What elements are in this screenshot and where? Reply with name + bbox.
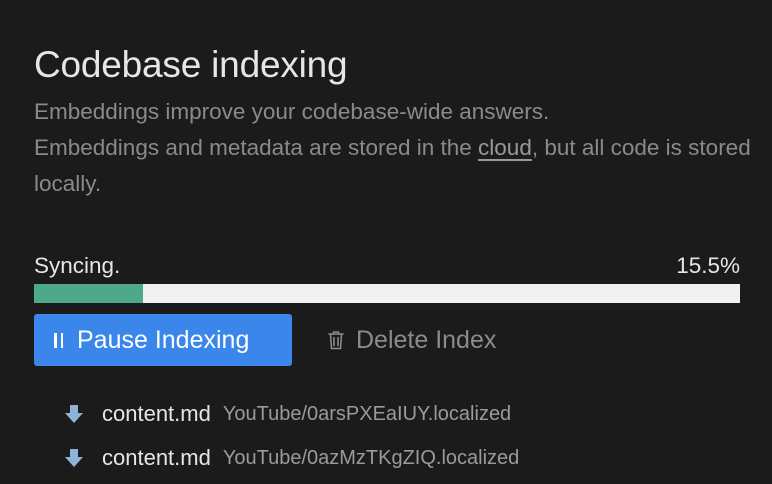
delete-index-button[interactable]: Delete Index: [326, 326, 496, 355]
list-item: content.md YouTube/0arsPXEaIUY.localized: [64, 392, 519, 436]
file-name: content.md: [102, 401, 211, 426]
description-line-1: Embeddings improve your codebase-wide an…: [34, 99, 550, 124]
pause-indexing-label: Pause Indexing: [77, 325, 250, 354]
sync-status-row: Syncing. 15.5%: [34, 252, 740, 280]
download-arrow-icon: [65, 405, 83, 423]
codebase-indexing-panel: Codebase indexing Embeddings improve you…: [0, 0, 772, 484]
download-arrow-icon: [65, 449, 83, 467]
page-title: Codebase indexing: [34, 44, 348, 85]
file-path: YouTube/0arsPXEaIUY.localized: [222, 402, 512, 425]
file-path: YouTube/0azMzTKgZIQ.localized: [222, 446, 520, 469]
pause-indexing-button[interactable]: Pause Indexing: [34, 314, 292, 366]
sync-progress-bar: [34, 284, 740, 303]
indexing-file-list: content.md YouTube/0arsPXEaIUY.localized…: [64, 392, 519, 480]
list-item: content.md YouTube/0azMzTKgZIQ.localized: [64, 436, 519, 480]
sync-progress-fill: [34, 284, 144, 303]
file-name: content.md: [102, 445, 211, 470]
trash-icon: [328, 331, 344, 350]
sync-percent: 15.5%: [676, 253, 740, 278]
cloud-link[interactable]: cloud: [478, 135, 532, 160]
description-line-2-start: Embeddings and metadata are stored in th…: [34, 135, 479, 160]
sync-status-text: Syncing.: [34, 253, 121, 278]
description: Embeddings improve your codebase-wide an…: [34, 94, 754, 202]
delete-index-label: Delete Index: [356, 325, 497, 354]
index-actions: Pause Indexing Delete Index: [34, 314, 496, 366]
pause-icon: [54, 332, 63, 348]
